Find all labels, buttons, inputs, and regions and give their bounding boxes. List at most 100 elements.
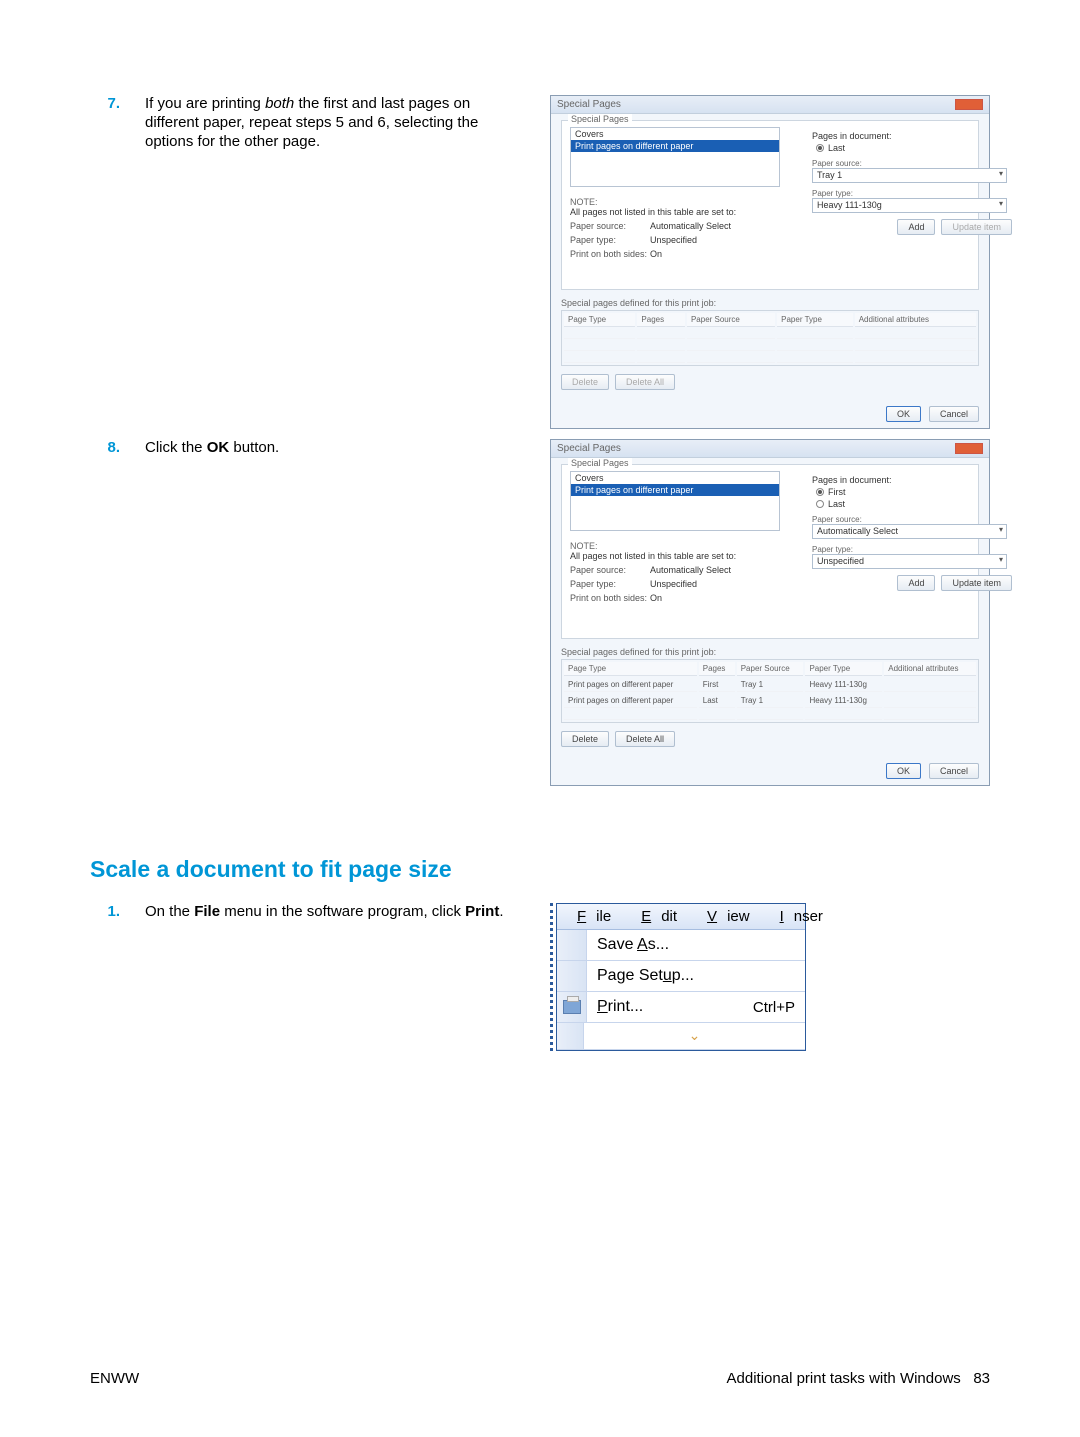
col-header: Pages <box>699 662 735 676</box>
cell: Last <box>699 694 735 708</box>
covers-listbox[interactable]: Covers Print pages on different paper <box>570 127 780 187</box>
dropdown-value: Automatically Select <box>817 526 898 536</box>
figure-step-7: Special Pages Special Pages Covers Print… <box>550 95 990 429</box>
paper-source-dropdown[interactable]: Automatically Select <box>812 524 1007 539</box>
close-icon[interactable] <box>955 443 983 454</box>
col-header: Page Type <box>564 313 635 327</box>
page-number: 83 <box>973 1370 990 1387</box>
text-italic: both <box>265 95 294 112</box>
menu-item-page-setup[interactable]: Page Setup... <box>557 961 805 992</box>
label: Paper type: <box>570 579 650 589</box>
paper-type-dropdown[interactable]: Unspecified <box>812 554 1007 569</box>
covers-listbox[interactable]: Covers Print pages on different paper <box>570 471 780 531</box>
update-item-button[interactable]: Update item <box>941 575 1012 591</box>
step-8-text: Click the OK button. <box>145 439 525 458</box>
radio-label: Last <box>828 143 845 153</box>
cancel-button[interactable]: Cancel <box>929 406 979 422</box>
col-header: Additional attributes <box>855 313 976 327</box>
delete-button[interactable]: Delete <box>561 731 609 747</box>
special-pages-dialog-2: Special Pages Special Pages Covers Print… <box>550 439 990 786</box>
cell: Heavy 111-130g <box>805 678 882 692</box>
paper-source-dropdown[interactable]: Tray 1 <box>812 168 1007 183</box>
value: Automatically Select <box>650 565 731 575</box>
dialog-title: Special Pages <box>557 99 621 110</box>
radio-last[interactable]: Last <box>816 499 1012 509</box>
ok-button[interactable]: OK <box>886 406 921 422</box>
defined-pages-table: Page Type Pages Paper Source Paper Type … <box>561 310 979 366</box>
pages-in-doc-label: Pages in document: <box>812 475 1012 485</box>
value: Unspecified <box>650 235 697 245</box>
menu-expand[interactable]: ⌄ <box>557 1023 805 1050</box>
footer-section-title: Additional print tasks with Windows <box>727 1370 961 1387</box>
step-1-text: On the File menu in the software program… <box>145 903 525 922</box>
list-item-selected[interactable]: Print pages on different paper <box>571 140 779 152</box>
dialog-title: Special Pages <box>557 443 621 454</box>
cell: Tray 1 <box>737 678 804 692</box>
close-icon[interactable] <box>955 99 983 110</box>
table-row[interactable]: Print pages on different paper First Tra… <box>564 678 976 692</box>
delete-button[interactable]: Delete <box>561 374 609 390</box>
radio-label: Last <box>828 499 845 509</box>
label: Paper source: <box>812 159 1012 168</box>
text: On the <box>145 903 194 920</box>
value: On <box>650 249 662 259</box>
menu-view[interactable]: View <box>687 904 760 929</box>
step-7-row: 7. If you are printing both the first an… <box>90 95 990 429</box>
col-header: Paper Source <box>737 662 804 676</box>
col-header: Additional attributes <box>884 662 976 676</box>
value: Unspecified <box>650 579 697 589</box>
step-7-number: 7. <box>90 95 120 112</box>
radio-last[interactable]: Last <box>816 143 1012 153</box>
dropdown-value: Unspecified <box>817 556 864 566</box>
step-8-row: 8. Click the OK button. Special Pages Sp… <box>90 439 990 786</box>
label: Paper type: <box>570 235 650 245</box>
list-item-selected[interactable]: Print pages on different paper <box>571 484 779 496</box>
table-row[interactable]: Print pages on different paper Last Tray… <box>564 694 976 708</box>
value: On <box>650 593 662 603</box>
radio-first[interactable]: First <box>816 487 1012 497</box>
text-bold: OK <box>207 439 230 456</box>
ok-button[interactable]: OK <box>886 763 921 779</box>
list-item[interactable]: Covers <box>571 472 779 484</box>
menu-bar: File Edit View Inser <box>557 904 805 930</box>
fieldset-legend: Special Pages <box>568 458 632 468</box>
cell: Tray 1 <box>737 694 804 708</box>
value: Automatically Select <box>650 221 731 231</box>
defined-pages-label: Special pages defined for this print job… <box>561 647 979 657</box>
update-item-button[interactable]: Update item <box>941 219 1012 235</box>
menu-file[interactable]: File <box>557 904 621 929</box>
add-button[interactable]: Add <box>897 575 935 591</box>
footer-left: ENWW <box>90 1370 139 1387</box>
label: Paper source: <box>570 565 650 575</box>
figure-step-1: File Edit View Inser Save As... Page Set… <box>550 903 990 1051</box>
defined-pages-table: Page Type Pages Paper Source Paper Type … <box>561 659 979 723</box>
dropdown-value: Tray 1 <box>817 170 842 180</box>
menu-insert[interactable]: Inser <box>760 904 833 929</box>
step-1-row: 1. On the File menu in the software prog… <box>90 903 990 1051</box>
label: Print on both sides: <box>570 593 650 603</box>
cancel-button[interactable]: Cancel <box>929 763 979 779</box>
radio-icon <box>816 144 824 152</box>
label: Paper type: <box>812 545 1012 554</box>
menu-edit[interactable]: Edit <box>621 904 687 929</box>
cell: First <box>699 678 735 692</box>
delete-all-button[interactable]: Delete All <box>615 731 675 747</box>
shortcut-label: Ctrl+P <box>743 993 805 1022</box>
page-footer: ENWW Additional print tasks with Windows… <box>90 1370 990 1387</box>
col-header: Paper Source <box>687 313 775 327</box>
text: button. <box>229 439 279 456</box>
delete-all-button[interactable]: Delete All <box>615 374 675 390</box>
menu-item-print[interactable]: Print... Ctrl+P <box>557 992 805 1023</box>
radio-icon <box>816 488 824 496</box>
figure-step-8: Special Pages Special Pages Covers Print… <box>550 439 990 786</box>
menu-item-save-as[interactable]: Save As... <box>557 930 805 961</box>
label: Print on both sides: <box>570 249 650 259</box>
step-8-number: 8. <box>90 439 120 456</box>
add-button[interactable]: Add <box>897 219 935 235</box>
paper-type-dropdown[interactable]: Heavy 111-130g <box>812 198 1007 213</box>
text-bold: File <box>194 903 220 920</box>
list-item[interactable]: Covers <box>571 128 779 140</box>
cell: Print pages on different paper <box>564 694 697 708</box>
text: If you are printing <box>145 95 265 112</box>
special-pages-dialog-1: Special Pages Special Pages Covers Print… <box>550 95 990 429</box>
